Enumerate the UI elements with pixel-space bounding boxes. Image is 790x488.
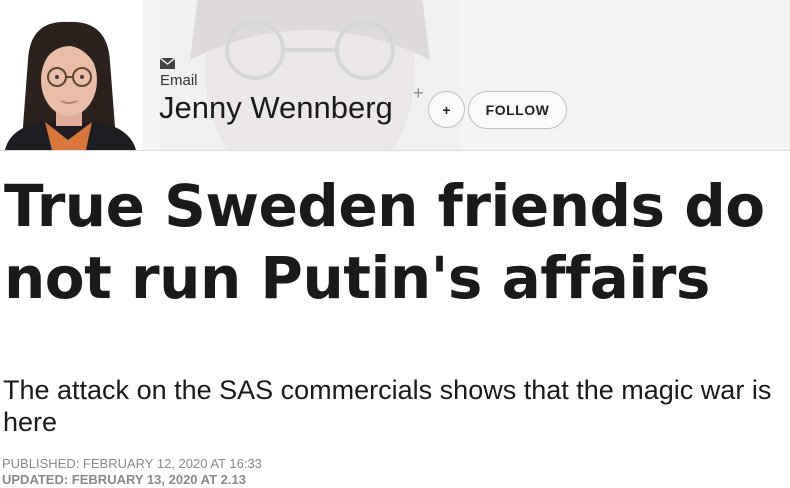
email-label: Email (160, 72, 198, 89)
email-author-link[interactable]: Email (160, 58, 198, 88)
plus-icon: + (413, 83, 424, 103)
author-header: Email Jenny Wennberg + + FOLLOW (0, 0, 790, 151)
article-subheading: The attack on the SAS commercials shows … (3, 375, 772, 437)
author-name[interactable]: Jenny Wennberg (159, 90, 393, 126)
published-date: PUBLISHED: FEBRUARY 12, 2020 AT 16:33 (2, 456, 262, 471)
author-avatar[interactable] (0, 0, 142, 150)
email-icon (160, 58, 175, 69)
article-headline: True Sweden friends do not run Putin's a… (4, 172, 765, 312)
author-background-photo (160, 0, 460, 150)
updated-date: UPDATED: FEBRUARY 13, 2020 AT 2.13 (2, 472, 246, 487)
follow-button[interactable]: FOLLOW (468, 91, 567, 129)
add-author-button[interactable]: + (428, 91, 465, 128)
